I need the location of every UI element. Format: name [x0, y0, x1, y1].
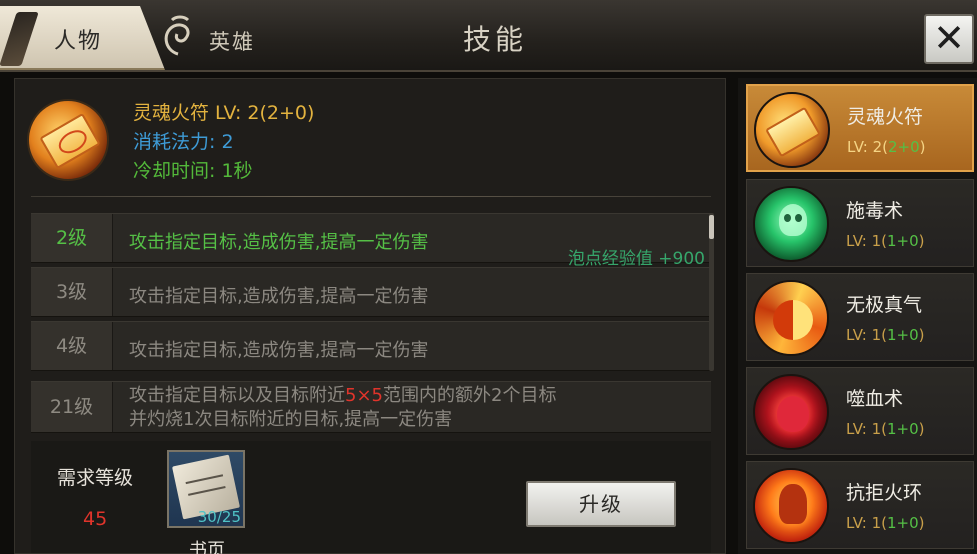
- lv-value: 1+0: [886, 514, 919, 532]
- lv-suffix: ): [918, 232, 925, 250]
- required-level-label: 需求等级: [57, 467, 134, 489]
- lv-prefix: LV: 1(: [846, 326, 887, 344]
- level-list-scrollbar[interactable]: [709, 213, 714, 371]
- level-row: 4级 攻击指定目标,造成伤害,提高一定伤害: [31, 321, 711, 371]
- level-label: 21级: [31, 382, 113, 432]
- level-desc: 攻击指定目标,造成伤害,提高一定伤害: [129, 340, 429, 361]
- lv-prefix: LV: 1(: [846, 420, 887, 438]
- level-row: 3级 攻击指定目标,造成伤害,提高一定伤害: [31, 267, 711, 317]
- skill-card-fire-ring[interactable]: 抗拒火环 LV: 1(1+0): [746, 461, 974, 549]
- lv-value: 1+0: [886, 326, 919, 344]
- skill-mana-cost: 消耗法力: 2: [133, 131, 234, 153]
- level-desc: 攻击指定目标,造成伤害,提高一定伤害: [129, 232, 429, 253]
- swirl-icon: [164, 15, 190, 56]
- skill-detail-panel: 灵魂火符 LV: 2(2+0) 消耗法力: 2 冷却时间: 1秒 2级 攻击指定…: [14, 78, 726, 554]
- poison-skull-icon: [753, 186, 829, 262]
- level-label: 3级: [31, 268, 113, 316]
- divider: [31, 196, 711, 197]
- soul-talisman-icon: [27, 99, 109, 181]
- taiji-icon: [753, 280, 829, 356]
- lv-value: 1+0: [886, 232, 919, 250]
- skill-card-blood[interactable]: 噬血术 LV: 1(1+0): [746, 367, 974, 455]
- level-row: 2级 攻击指定目标,造成伤害,提高一定伤害 泡点经验值 +900: [31, 213, 711, 269]
- level-label: 4级: [31, 322, 113, 370]
- skill-card-name: 抗拒火环: [846, 482, 923, 504]
- level-desc-part: 攻击指定目标以及目标附近: [129, 385, 345, 406]
- level-desc-part: 并灼烧1次目标附近的目标,提高一定伤害: [129, 409, 453, 430]
- skill-card-level: LV: 1(1+0): [846, 326, 924, 344]
- skill-card-soul-talisman[interactable]: 灵魂火符 LV: 2(2+0): [746, 84, 974, 172]
- exp-bonus: 泡点经验值 +900: [567, 249, 705, 269]
- lv-suffix: ): [918, 326, 925, 344]
- close-button[interactable]: ✕: [924, 14, 974, 64]
- fire-ring-icon: [753, 468, 829, 544]
- level-desc: 攻击指定目标,造成伤害,提高一定伤害: [129, 286, 429, 307]
- lv-prefix: LV: 1(: [846, 232, 887, 250]
- required-level-value: 45: [83, 508, 108, 530]
- upgrade-area: 需求等级 45 30/25 书页 升级: [31, 441, 711, 554]
- skill-card-name: 施毒术: [846, 200, 904, 222]
- skill-cooldown: 冷却时间: 1秒: [133, 160, 253, 182]
- lv-prefix: LV: 2(: [847, 138, 888, 156]
- skill-card-name: 噬血术: [846, 388, 904, 410]
- skill-card-name: 无极真气: [846, 294, 923, 316]
- tab-hero-label: 英雄: [209, 30, 255, 54]
- lv-value: 1+0: [886, 420, 919, 438]
- tab-person[interactable]: 人物: [0, 6, 165, 70]
- book-page-label: 书页: [189, 540, 225, 554]
- lv-prefix: LV: 1(: [846, 514, 887, 532]
- lv-suffix: ): [918, 514, 925, 532]
- skill-card-taiji[interactable]: 无极真气 LV: 1(1+0): [746, 273, 974, 361]
- soul-talisman-icon: [754, 92, 830, 168]
- page-title: 技能: [462, 23, 527, 56]
- upgrade-button[interactable]: 升级: [526, 481, 676, 527]
- book-page-count: 30/25: [197, 508, 241, 526]
- level-desc-part: 范围内的额外2个目标: [383, 385, 557, 406]
- brush-icon: [0, 12, 39, 66]
- skill-list: 灵魂火符 LV: 2(2+0) 施毒术 LV: 1(1+0) 无极真气 LV: …: [738, 78, 977, 554]
- skill-card-name: 灵魂火符: [847, 106, 924, 128]
- skill-name-level: 灵魂火符 LV: 2(2+0): [133, 102, 315, 124]
- skill-card-level: LV: 1(1+0): [846, 420, 924, 438]
- lv-suffix: ): [918, 420, 925, 438]
- level-desc-range: 5×5: [345, 385, 383, 406]
- top-bar: 人物 英雄 技能 ✕: [0, 0, 977, 72]
- lv-value: 2+0: [887, 138, 920, 156]
- skill-card-level: LV: 1(1+0): [846, 232, 924, 250]
- level-desc: 攻击指定目标以及目标附近5×5范围内的额外2个目标 并灼烧1次目标附近的目标,提…: [129, 384, 556, 432]
- blood-drop-icon: [753, 374, 829, 450]
- tab-hero[interactable]: 英雄: [152, 6, 282, 70]
- skill-card-level: LV: 2(2+0): [847, 138, 925, 156]
- tab-person-label: 人物: [54, 29, 103, 54]
- scrollbar-thumb[interactable]: [709, 215, 714, 239]
- skill-card-level: LV: 1(1+0): [846, 514, 924, 532]
- level-row: 21级 攻击指定目标以及目标附近5×5范围内的额外2个目标 并灼烧1次目标附近的…: [31, 381, 711, 433]
- book-page-item[interactable]: 30/25: [167, 450, 245, 528]
- skill-card-poison[interactable]: 施毒术 LV: 1(1+0): [746, 179, 974, 267]
- level-label: 2级: [31, 214, 113, 262]
- lv-suffix: ): [919, 138, 926, 156]
